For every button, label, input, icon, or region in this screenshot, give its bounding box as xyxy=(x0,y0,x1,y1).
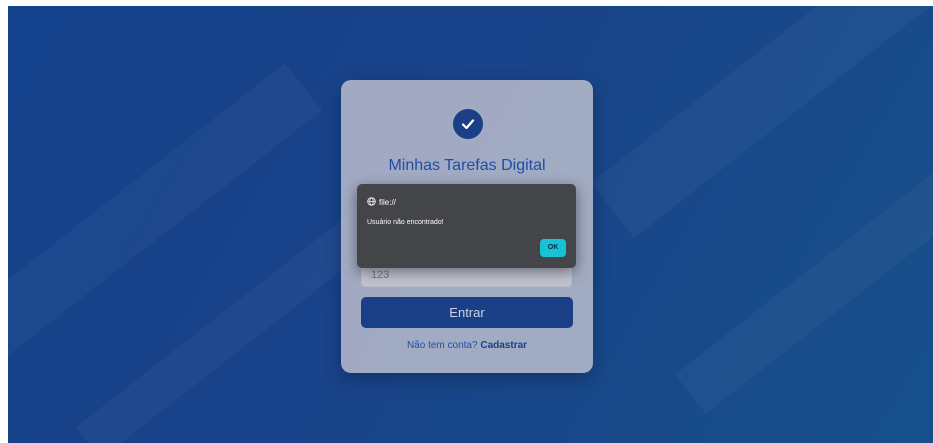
login-button[interactable]: Entrar xyxy=(361,297,573,328)
ok-button[interactable]: OK xyxy=(540,239,566,257)
check-circle-icon xyxy=(453,109,483,139)
dialog-header: file:// xyxy=(367,197,396,208)
signup-prompt: Não tem conta? xyxy=(406,340,478,351)
app-title: Minhas Tarefas Digital xyxy=(388,157,546,174)
dialog-origin: file:// xyxy=(379,198,396,207)
alert-dialog: file:// Usuário não encontrado! OK xyxy=(357,184,576,268)
page-background: Minhas Tarefas Digital 123 Entrar Não te… xyxy=(8,6,933,443)
dialog-message: Usuário não encontrado! xyxy=(367,219,444,226)
signup-row: Não tem conta? Cadastrar xyxy=(341,340,593,351)
globe-icon xyxy=(367,197,376,208)
background-streak xyxy=(591,6,933,238)
background-streak xyxy=(8,63,322,369)
signup-link[interactable]: Cadastrar xyxy=(480,340,527,351)
